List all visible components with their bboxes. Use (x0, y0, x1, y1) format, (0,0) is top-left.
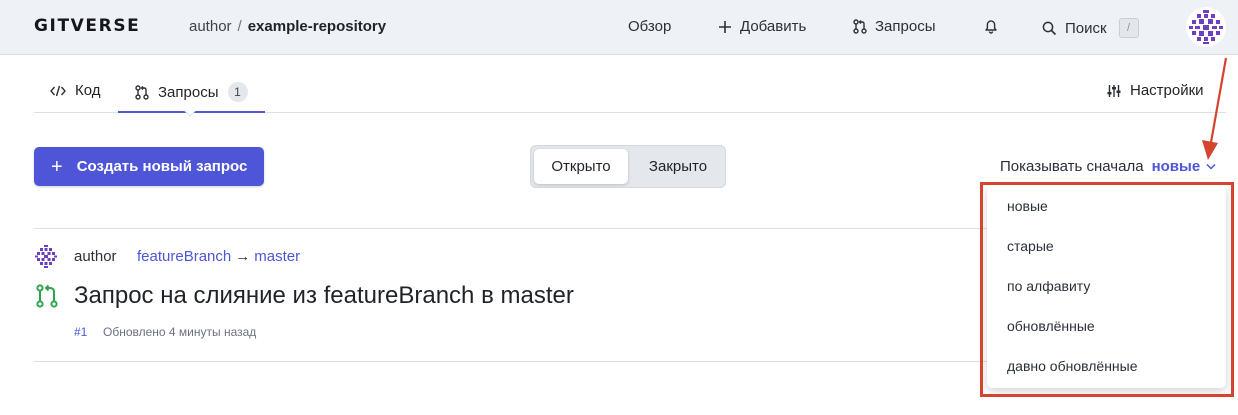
sort-value: новые (1151, 158, 1201, 175)
bell-icon (985, 20, 997, 34)
search-button[interactable]: Поиск / (1042, 18, 1139, 38)
nav-add-label: Добавить (740, 18, 807, 35)
search-icon (1042, 21, 1057, 35)
sort-option-newest[interactable]: новые (1007, 198, 1048, 214)
chevron-down-icon (1206, 163, 1216, 170)
notifications-button[interactable] (984, 18, 1006, 34)
plus-icon: + (51, 155, 63, 178)
tab-settings[interactable]: Настройки (1107, 82, 1204, 99)
tab-code[interactable]: Код (50, 82, 101, 99)
search-shortcut-key: / (1118, 18, 1139, 38)
author-avatar[interactable] (34, 244, 58, 268)
sort-dropdown-trigger[interactable]: Показывать сначала новые (1000, 158, 1216, 175)
settings-sliders-icon (1107, 84, 1121, 97)
tab-requests[interactable]: Запросы 1 (135, 82, 248, 102)
pr-number[interactable]: #1 (74, 325, 87, 339)
pull-request-icon (853, 19, 867, 34)
filter-open-button[interactable]: Открыто (534, 149, 628, 184)
breadcrumb: author / example-repository (189, 18, 386, 35)
code-icon (50, 85, 66, 96)
sort-menu: новые старые по алфавиту обновлённые дав… (987, 185, 1226, 388)
filter-closed-button[interactable]: Закрыто (631, 149, 725, 184)
user-avatar[interactable] (1186, 7, 1226, 47)
tab-requests-label: Запросы (158, 83, 219, 101)
nav-overview[interactable]: Обзор (628, 18, 671, 35)
state-filter: Открыто Закрыто (530, 145, 726, 188)
gitverse-logo[interactable]: GITVERSE (34, 16, 140, 36)
breadcrumb-repo[interactable]: example-repository (248, 18, 386, 35)
pull-request-icon (135, 84, 149, 100)
nav-requests[interactable]: Запросы (853, 18, 936, 35)
pr-updated-time: Обновлено 4 минуты назад (103, 325, 257, 339)
nav-requests-label: Запросы (875, 18, 936, 35)
repo-tabs: Код Запросы 1 Настройки (34, 72, 1226, 117)
nav-overview-label: Обзор (628, 18, 672, 35)
create-request-label: Создать новый запрос (76, 158, 248, 175)
create-request-button[interactable]: + Создать новый запрос (34, 147, 264, 186)
sort-option-recently-updated[interactable]: обновлённые (1007, 318, 1095, 334)
tab-settings-label: Настройки (1130, 82, 1204, 99)
plus-icon (719, 20, 731, 33)
active-tab-caret (184, 105, 196, 117)
pr-branches: featureBranch → master (137, 248, 300, 265)
open-pull-request-icon (36, 284, 58, 308)
pr-title[interactable]: Запрос на слияние из featureBranch в mas… (74, 282, 574, 310)
tab-code-label: Код (75, 82, 101, 99)
breadcrumb-owner[interactable]: author (189, 18, 232, 35)
sort-option-least-recently-updated[interactable]: давно обновлённые (1007, 358, 1138, 374)
sort-label: Показывать сначала (1000, 158, 1144, 175)
requests-count-badge: 1 (227, 82, 248, 102)
nav-add[interactable]: Добавить (718, 18, 806, 35)
pr-source-branch[interactable]: featureBranch (137, 248, 231, 265)
branch-arrow-icon: → (235, 248, 251, 265)
search-label: Поиск (1065, 19, 1107, 37)
sort-option-oldest[interactable]: старые (1007, 238, 1054, 254)
top-header: GITVERSE author / example-repository Обзор… (0, 0, 1238, 55)
pr-author[interactable]: author (74, 248, 117, 265)
sort-option-alphabetical[interactable]: по алфавиту (1007, 278, 1090, 294)
breadcrumb-separator: / (237, 18, 242, 35)
pr-target-branch[interactable]: master (254, 248, 300, 265)
